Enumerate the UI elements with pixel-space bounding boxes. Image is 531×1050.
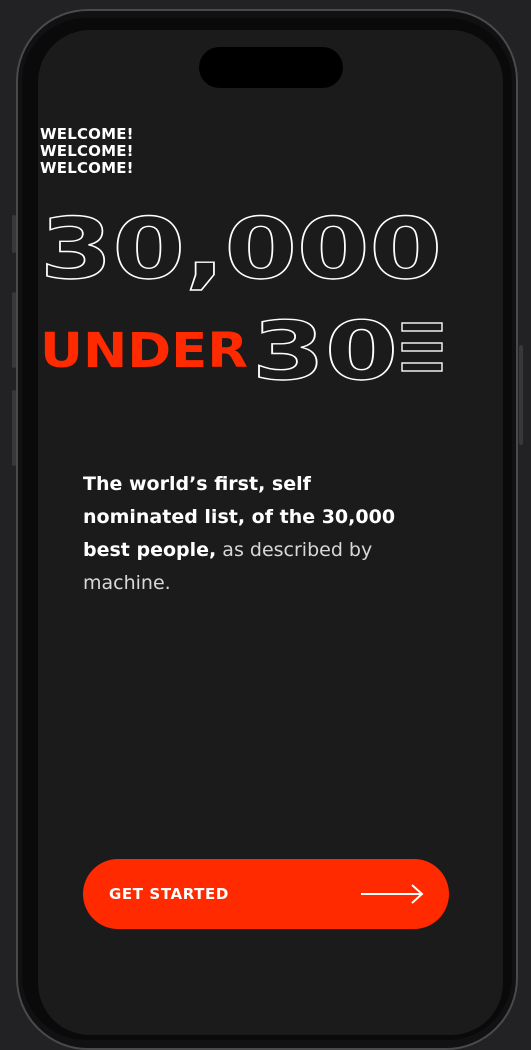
welcome-line: WELCOME! [40, 142, 134, 160]
phone-side-button-left-2 [12, 292, 16, 368]
phone-side-button-left-1 [12, 215, 16, 253]
get-started-label: GET STARTED [109, 885, 229, 903]
phone-side-button-left-3 [12, 390, 16, 466]
arrow-right-icon [361, 884, 424, 904]
dynamic-island [199, 47, 343, 88]
decorative-stripes-icon [401, 322, 443, 372]
welcome-heading: WELCOME! WELCOME! WELCOME! [40, 126, 134, 177]
phone-side-button-right [519, 345, 523, 445]
welcome-line: WELCOME! [40, 125, 134, 143]
hero-title: 30,000 UNDER 30 [39, 200, 443, 390]
hero-thirty-outline: 30 [252, 305, 398, 390]
description-text: The world’s first, self nominated list, … [83, 468, 413, 600]
get-started-button[interactable]: GET STARTED [83, 859, 449, 929]
hero-number-outline: 30,000 [40, 200, 442, 298]
welcome-line: WELCOME! [40, 159, 134, 177]
phone-screen: WELCOME! WELCOME! WELCOME! 30,000 UNDER … [38, 30, 503, 1035]
hero-under-label: UNDER [40, 323, 248, 379]
